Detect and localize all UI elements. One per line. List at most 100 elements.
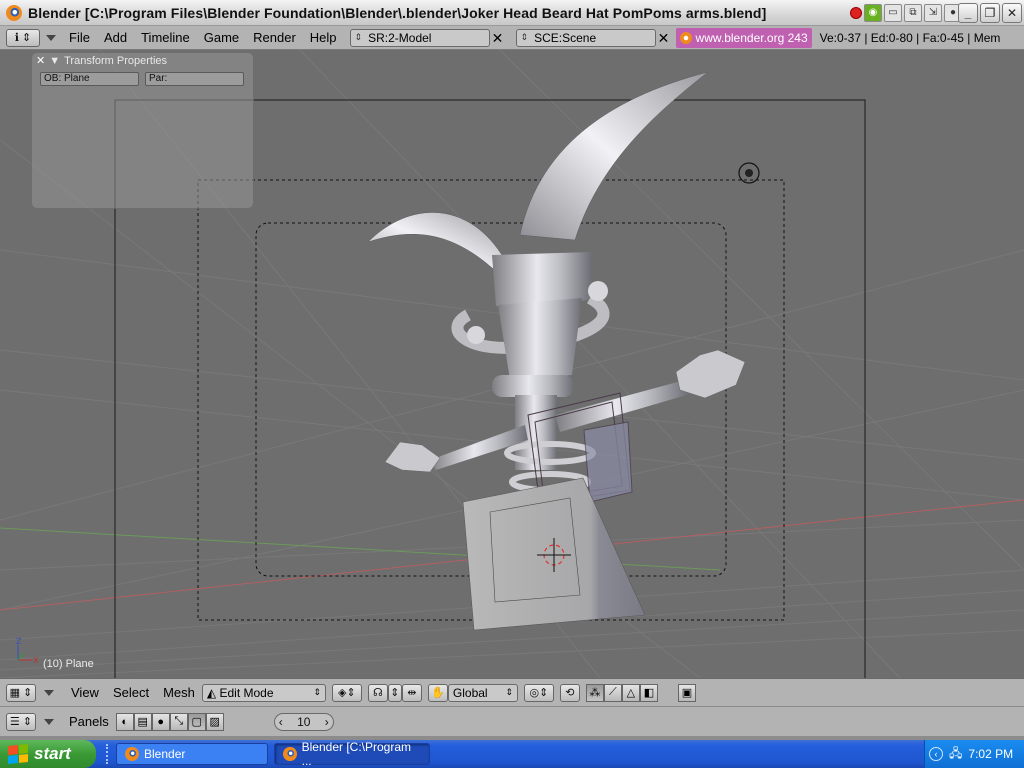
updown-arrows-icon: ⇕	[505, 687, 513, 697]
window-controls: _ ❐ ✕	[958, 3, 1022, 23]
windows-logo-icon	[8, 743, 28, 765]
increment-arrow-icon[interactable]: ›	[325, 715, 329, 729]
occlude-background-icon[interactable]: ◧	[639, 683, 658, 702]
network-icon[interactable]: 🖧	[949, 744, 962, 765]
grab-hand-icon[interactable]: ✋	[427, 683, 448, 702]
scene-stats: Ve:0-37 | Ed:0-80 | Fa:0-45 | Mem	[819, 30, 1001, 45]
pivot-button[interactable]: ☊	[367, 683, 388, 702]
head-cone	[498, 298, 582, 380]
decrement-arrow-icon[interactable]: ‹	[279, 715, 283, 729]
logic-context-icon[interactable]: ◐	[115, 712, 134, 731]
snap-toggle[interactable]: ⟲	[559, 683, 580, 702]
delete-screen-button[interactable]: ✕	[490, 29, 506, 47]
menu-mesh[interactable]: Mesh	[156, 685, 202, 700]
menu-add[interactable]: Add	[97, 30, 134, 45]
tool-icon[interactable]: ▭	[884, 4, 902, 22]
active-object-label: (10) Plane	[43, 658, 94, 670]
hat-band	[492, 252, 592, 306]
nvidia-icon[interactable]: ◉	[864, 4, 882, 22]
start-button[interactable]: start	[0, 740, 96, 768]
taskbar-item-blender[interactable]: Blender	[116, 743, 268, 765]
mode-label: ◭ Edit Mode	[206, 685, 274, 700]
record-icon[interactable]	[850, 7, 862, 19]
maximize-button[interactable]: ❐	[980, 3, 1000, 23]
window-title: Blender [C:\Program Files\Blender Founda…	[28, 4, 767, 21]
scene-context-icon[interactable]: ▨	[205, 712, 224, 731]
render-preview-icon[interactable]: ▣	[677, 683, 696, 702]
window-type-button[interactable]: ℹ ⇕	[6, 28, 40, 47]
show-hidden-icons-icon[interactable]: ‹	[929, 747, 943, 761]
collapse-menu-icon[interactable]	[44, 718, 54, 725]
menu-select[interactable]: Select	[106, 685, 156, 700]
mode-selector[interactable]: ◭ Edit Mode ⇕	[201, 683, 326, 702]
parent-field[interactable]: Par:	[145, 72, 244, 86]
taskbar-item-blender-active[interactable]: Blender [C:\Program ...	[274, 740, 430, 768]
screen-name: SR:2-Model	[368, 30, 432, 45]
updown-arrows-icon: ⇕	[520, 32, 529, 42]
shading-context-icon[interactable]: ●	[151, 712, 170, 731]
transform-properties-panel: ✕ ▼ Transform Properties OB: Plane Par:	[31, 52, 254, 209]
vertex-select-mode-icon[interactable]: ⁂	[585, 683, 604, 702]
frame-number-field[interactable]: ‹ 10 ›	[273, 712, 334, 731]
pompom-left	[467, 326, 485, 344]
lamp-icon	[738, 162, 760, 184]
orientation-selector[interactable]: Global ⇕	[447, 683, 518, 702]
window-title-bar: Blender [C:\Program Files\Blender Founda…	[0, 0, 1024, 26]
menu-timeline[interactable]: Timeline	[134, 30, 197, 45]
resize-icon[interactable]: ⇲	[924, 4, 942, 22]
view-type-button[interactable]: ▦ ⇕	[6, 683, 36, 702]
neck-ring	[492, 375, 574, 397]
proportional-edit-button[interactable]: ◎⇕	[523, 683, 554, 702]
window-list-icon[interactable]: ⧉	[904, 4, 922, 22]
clock[interactable]: 7:02 PM	[968, 747, 1013, 761]
blender-logo-icon	[6, 4, 22, 21]
panels-label[interactable]: Panels	[62, 714, 116, 729]
axis-x-label: X	[33, 656, 39, 665]
collapse-menu-icon[interactable]	[44, 689, 54, 696]
close-button[interactable]: ✕	[1002, 3, 1022, 23]
blender-logo-icon	[283, 747, 297, 761]
windows-taskbar: start Blender Blender [C:\Program ... ‹ …	[0, 740, 1024, 768]
right-hand	[675, 349, 746, 399]
menu-view[interactable]: View	[64, 685, 106, 700]
pivot-menu-button[interactable]: ⇕	[387, 683, 402, 702]
object-name-field[interactable]: OB: Plane	[40, 72, 139, 86]
delete-scene-button[interactable]: ✕	[656, 29, 672, 47]
title-tray-icons: ◉ ▭ ⧉ ⇲ ●	[850, 4, 962, 22]
menu-render[interactable]: Render	[246, 30, 303, 45]
editing-context-icon[interactable]: ▢	[187, 712, 206, 731]
draw-type-button[interactable]: ◈⇕	[331, 683, 362, 702]
panel-title: Transform Properties	[64, 54, 168, 67]
manipulator-toggle[interactable]: ⇹	[401, 683, 422, 702]
scene-selector[interactable]: ⇕ SCE:Scene	[515, 28, 656, 47]
updown-arrows-icon: ⇕	[354, 32, 363, 42]
quicklaunch-grip	[106, 744, 110, 764]
blender-logo-icon	[125, 747, 139, 761]
screen-selector[interactable]: ⇕ SR:2-Model	[349, 28, 490, 47]
pompom-right	[588, 281, 608, 301]
website-text: www.blender.org 243	[695, 30, 808, 45]
edit-mode-icon: ◭	[206, 685, 217, 700]
panel-header: ✕ ▼ Transform Properties	[32, 53, 253, 68]
3d-view-header: ▦ ⇕ View Select Mesh ◭ Edit Mode ⇕ ◈⇕ ☊ …	[0, 678, 1024, 706]
edge-select-mode-icon[interactable]: ⟋	[603, 683, 622, 702]
face-select-mode-icon[interactable]: △	[621, 683, 640, 702]
scene-name: SCE:Scene	[534, 30, 597, 45]
menu-help[interactable]: Help	[303, 30, 344, 45]
buttons-window-type-button[interactable]: ☰ ⇕	[6, 712, 36, 731]
system-tray: ‹ 🖧 7:02 PM	[924, 740, 1024, 768]
orientation-label: Global	[452, 685, 488, 700]
collapse-menu-icon[interactable]	[46, 34, 56, 41]
panel-collapse-icon[interactable]: ▼	[49, 55, 60, 67]
website-link[interactable]: www.blender.org 243	[675, 27, 812, 48]
info-header: ℹ ⇕ File Add Timeline Game Render Help ⇕…	[0, 26, 1024, 50]
buttons-window-header: ☰ ⇕ Panels ◐ ▤ ● ⤡ ▢ ▨ ‹ 10 ›	[0, 706, 1024, 736]
script-context-icon[interactable]: ▤	[133, 712, 152, 731]
close-panel-icon[interactable]: ✕	[36, 54, 45, 67]
left-hand	[384, 441, 441, 473]
axis-gizmo-icon: Z X	[16, 637, 39, 665]
minimize-button[interactable]: _	[958, 3, 978, 23]
menu-file[interactable]: File	[62, 30, 97, 45]
menu-game[interactable]: Game	[197, 30, 246, 45]
object-context-icon[interactable]: ⤡	[169, 712, 188, 731]
